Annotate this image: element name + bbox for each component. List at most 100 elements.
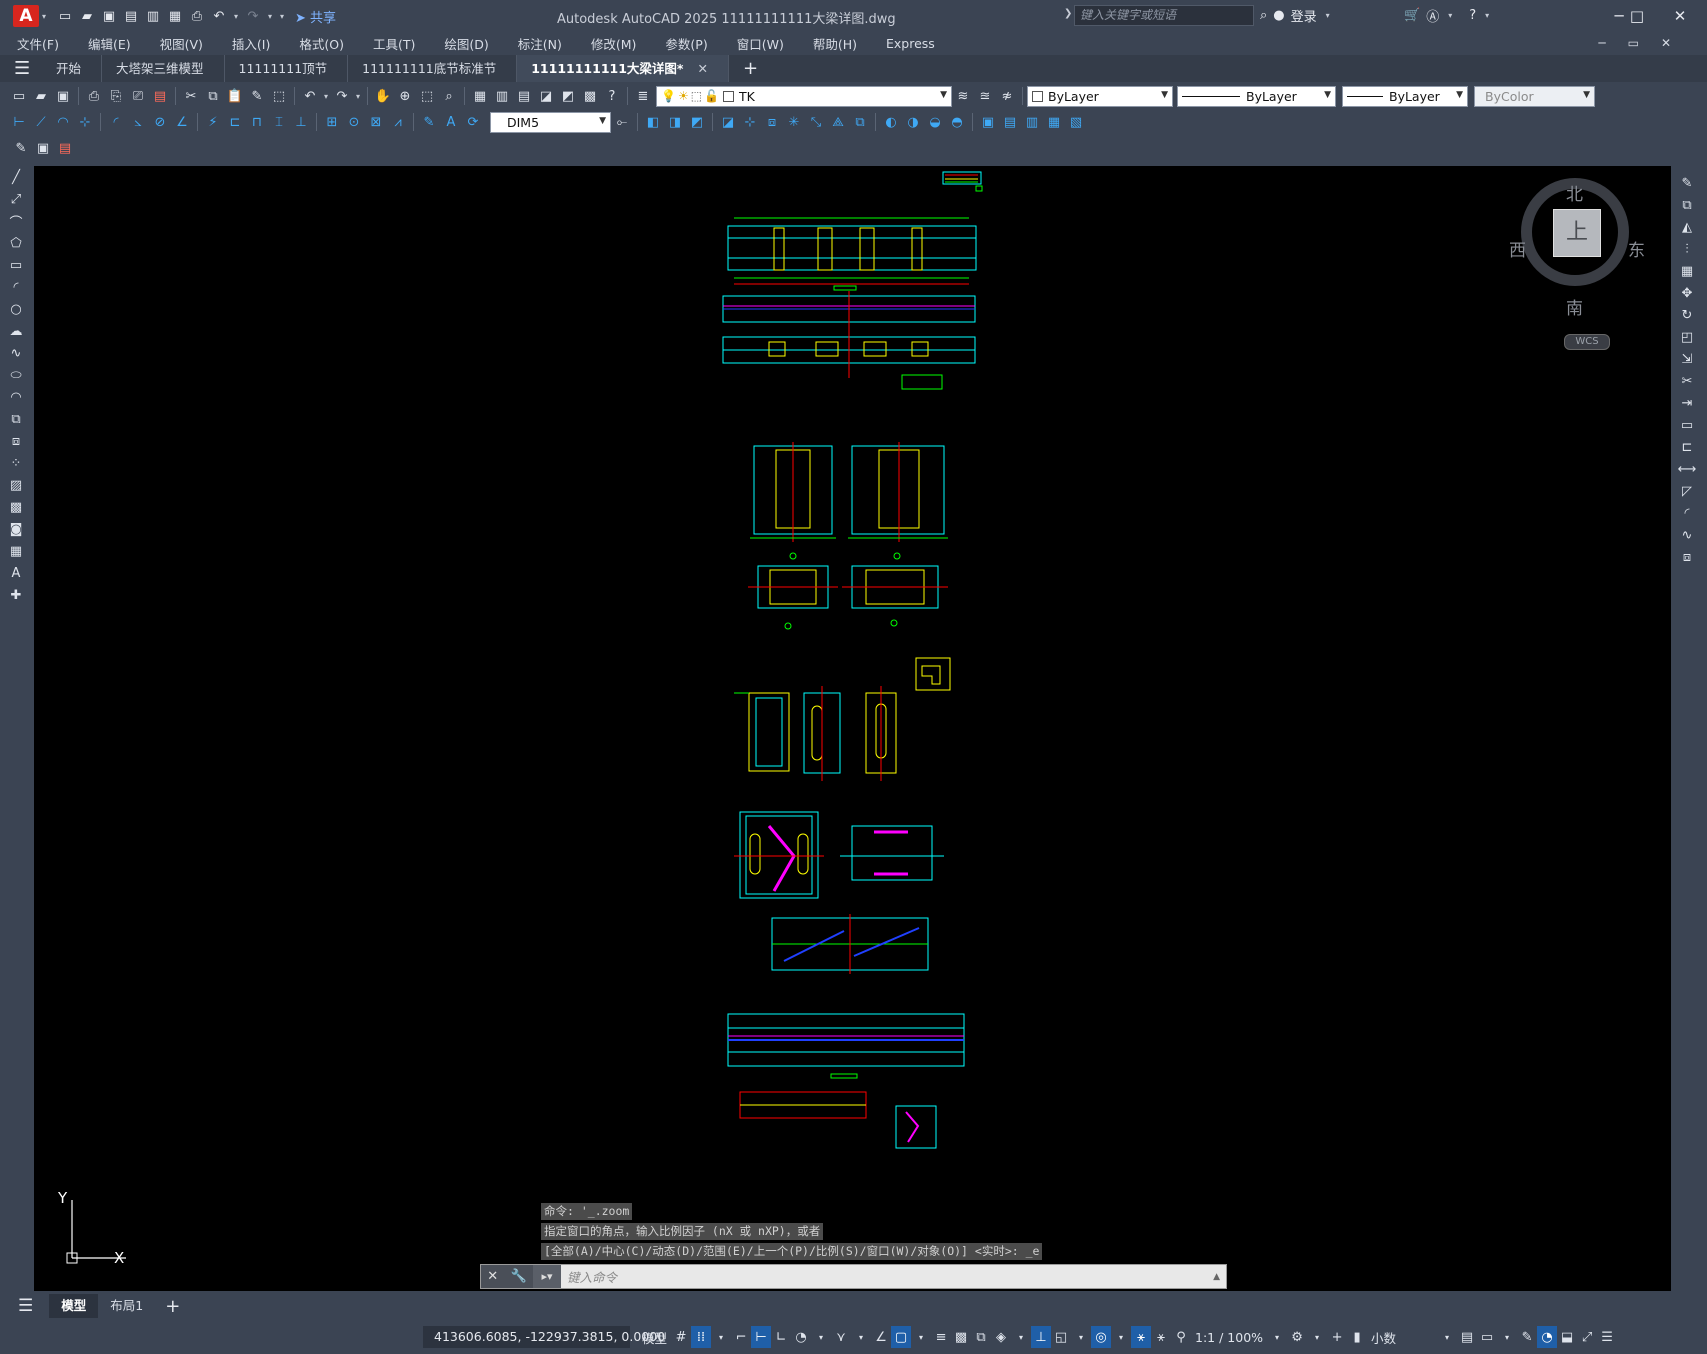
isodraft-icon[interactable]: ⋎ [831,1326,851,1348]
publish-icon[interactable]: ⎚ [128,86,148,106]
menu-parametric[interactable]: 参数(P) [648,34,719,53]
auto-scale-icon[interactable]: ⚹ [1151,1326,1171,1348]
compass-west[interactable]: 西 [1509,236,1526,261]
plot-preview-icon[interactable]: ⎘ [106,86,126,106]
hardware-acceleration-icon[interactable]: ◔ [1537,1326,1558,1348]
open-icon[interactable]: ▰ [31,86,51,106]
autodesk-account-icon[interactable]: Ⓐ [1426,6,1439,25]
hamburger-menu-icon[interactable]: ☰ [14,58,42,79]
new-layout-icon[interactable]: + [165,1296,180,1317]
layer-thaw-icon[interactable]: ☀ [678,89,689,103]
annotation-monitor-icon[interactable]: + [1327,1326,1347,1348]
help-dropdown-icon[interactable]: ▾ [1482,11,1492,20]
help-search-input[interactable]: 键入关键字或短语 [1074,5,1254,26]
transparency-icon[interactable]: ▩ [951,1326,971,1348]
paste-icon[interactable]: 📋 [225,86,245,106]
layer-properties-icon[interactable]: ≣ [633,86,653,106]
redo-dropdown-icon[interactable]: ▾ [265,12,275,21]
save-web-icon[interactable]: ▦ [165,6,185,26]
menu-file[interactable]: 文件(F) [0,34,71,53]
copy-icon[interactable]: ⧉ [1677,194,1697,216]
ucs-world-icon[interactable]: ◨ [665,112,685,132]
new-tab-icon[interactable]: + [743,58,758,79]
point-icon[interactable]: ⁘ [6,452,26,474]
ordinate-dim-icon[interactable]: ⊹ [75,112,95,132]
markup-icon[interactable]: ◩ [558,86,578,106]
view-left-icon[interactable]: ▥ [1022,112,1042,132]
selection-filter-icon[interactable]: ◱ [1051,1326,1071,1348]
view-iso-icon[interactable]: ▦ [1044,112,1064,132]
quick-properties-icon[interactable]: ▤ [1457,1326,1477,1348]
clean-screen-icon[interactable]: ⬓ [1557,1326,1577,1348]
search-icon[interactable]: ⌕ [1260,8,1267,23]
plotstyle-dropdown[interactable]: ByColor ▼ [1474,85,1595,107]
undo-dropdown-icon[interactable]: ▾ [321,92,331,101]
new-file-icon[interactable]: ▭ [55,6,75,26]
lock-ui-dropdown-icon[interactable]: ▾ [1497,1326,1517,1348]
save-as-icon[interactable]: ▤ [121,6,141,26]
layer-states-icon[interactable]: ≉ [997,86,1017,106]
ucs-previous-icon[interactable]: ◩ [687,112,707,132]
blend-curves-icon[interactable]: ∿ [1677,524,1697,546]
redo-icon[interactable]: ↷ [243,6,263,26]
copy-icon[interactable]: ⧉ [203,86,223,106]
dim-update-icon[interactable]: ⟳ [463,112,483,132]
undo-icon[interactable]: ↶ [209,6,229,26]
isodraft-dropdown-icon[interactable]: ▾ [851,1326,871,1348]
match-properties-icon[interactable]: ✎ [247,86,267,106]
dim-text-edit-icon[interactable]: A [441,112,461,132]
infer-constraints-icon[interactable]: ⌐ [731,1326,751,1348]
polyline-icon[interactable]: ⌒ [6,210,26,232]
selection-cycling-icon[interactable]: ⧉ [971,1326,991,1348]
rectangle-icon[interactable]: ▭ [6,254,26,276]
ucs-z-icon[interactable]: ◑ [903,112,923,132]
isolate-objects-icon[interactable]: ✎ [1517,1326,1537,1348]
properties-icon[interactable]: ▦ [470,86,490,106]
angular-dim-icon[interactable]: ∠ [172,112,192,132]
menu-draw[interactable]: 绘图(D) [427,34,500,53]
cut-icon[interactable]: ✂ [181,86,201,106]
ucs-face-icon[interactable]: ◪ [718,112,738,132]
plot-icon[interactable]: ⎙ [84,86,104,106]
viewcube-top-face[interactable]: 上 [1553,209,1601,257]
customize-wrench-icon[interactable]: 🔧 [511,1269,527,1284]
dim-edit-icon[interactable]: ✎ [419,112,439,132]
save-icon[interactable]: ▣ [99,6,119,26]
hatch-icon[interactable]: ▨ [6,474,26,496]
layer-dropdown[interactable]: 💡 ☀ ⬚ 🔓 TK ▼ [656,85,952,107]
object-snap-icon[interactable]: ▢ [891,1326,912,1348]
share-button[interactable]: ➤ 共享 [295,7,336,26]
break-icon[interactable]: ⊏ [1677,436,1697,458]
view-camera-icon[interactable]: ▧ [1066,112,1086,132]
wcs-menu-button[interactable]: WCS [1564,334,1610,350]
ucs-apply-icon[interactable]: ◒ [925,112,945,132]
tab-tower-3d-model[interactable]: 大塔架三维模型 [102,55,225,82]
table-icon[interactable]: ▦ [6,540,26,562]
trim-icon[interactable]: ✂ [1677,370,1697,392]
menu-window[interactable]: 窗口(W) [720,34,796,53]
model-space-toggle[interactable]: 模型 [638,1326,671,1348]
close-window-icon[interactable]: ✕ [1663,4,1697,28]
dim-style-icon[interactable]: ⟜ [612,112,632,132]
customize-qat-icon[interactable]: ▾ [277,12,287,21]
compass-north[interactable]: 北 [1566,180,1583,205]
redo-dropdown-icon[interactable]: ▾ [353,92,363,101]
viewcube[interactable]: 上 北 南 西 东 [1509,168,1645,338]
view-top-icon[interactable]: ▣ [978,112,998,132]
pdf-icon[interactable]: ▤ [150,86,170,106]
erase-icon[interactable]: ✎ [1677,172,1697,194]
fillet-icon[interactable]: ◜ [1677,502,1697,524]
lineweight-display-icon[interactable]: ≡ [931,1326,951,1348]
chevron-down-icon[interactable]: ▼ [940,90,947,100]
extend-icon[interactable]: ⇥ [1677,392,1697,414]
menu-edit[interactable]: 编辑(E) [71,34,143,53]
baseline-dim-icon[interactable]: ⊏ [225,112,245,132]
pan-icon[interactable]: ✋ [373,86,393,106]
menu-dimension[interactable]: 标注(N) [501,34,574,53]
search-expand-icon[interactable]: ❯ [1064,8,1072,19]
menu-insert[interactable]: 插入(I) [215,34,282,53]
menu-tools[interactable]: 工具(T) [356,34,427,53]
menu-modify[interactable]: 修改(M) [574,34,649,53]
insert-block-icon[interactable]: ⧉ [6,408,26,430]
qnew-icon[interactable]: ▭ [9,86,29,106]
